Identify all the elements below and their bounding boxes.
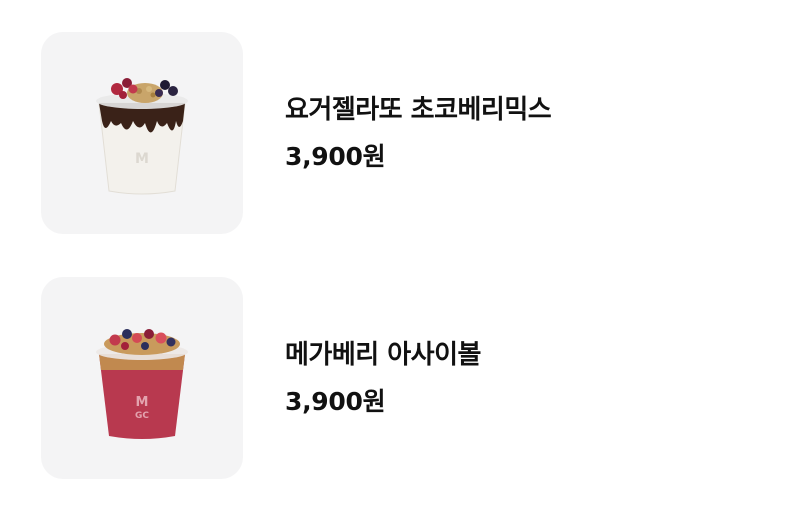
- menu-item-yogurt-gelato-choco-berry[interactable]: M 요거젤라또 초코베리믹스 3,900원: [41, 31, 761, 235]
- item-name: 요거젤라또 초코베리믹스: [285, 95, 552, 125]
- svg-text:M: M: [136, 395, 149, 410]
- product-thumbnail: M GC: [41, 277, 243, 479]
- menu-list: M 요거젤라또 초코베리믹스 3,900원 M GC 메가베리 아사이볼 3,9…: [0, 0, 800, 509]
- svg-text:GC: GC: [135, 411, 149, 421]
- megaberry-acai-bowl-cup-image: M GC: [96, 329, 188, 439]
- product-thumbnail: M: [41, 32, 243, 234]
- item-info: 메가베리 아사이볼 3,900원: [285, 338, 481, 418]
- svg-text:M: M: [135, 151, 149, 167]
- yogurt-gelato-choco-berry-cup-image: M: [96, 78, 188, 195]
- item-price: 3,900원: [285, 142, 386, 171]
- menu-item-megaberry-acai-bowl[interactable]: M GC 메가베리 아사이볼 3,900원: [41, 276, 761, 480]
- item-name: 메가베리 아사이볼: [285, 340, 481, 370]
- item-price: 3,900원: [285, 387, 386, 416]
- item-info: 요거젤라또 초코베리믹스 3,900원: [285, 93, 552, 173]
